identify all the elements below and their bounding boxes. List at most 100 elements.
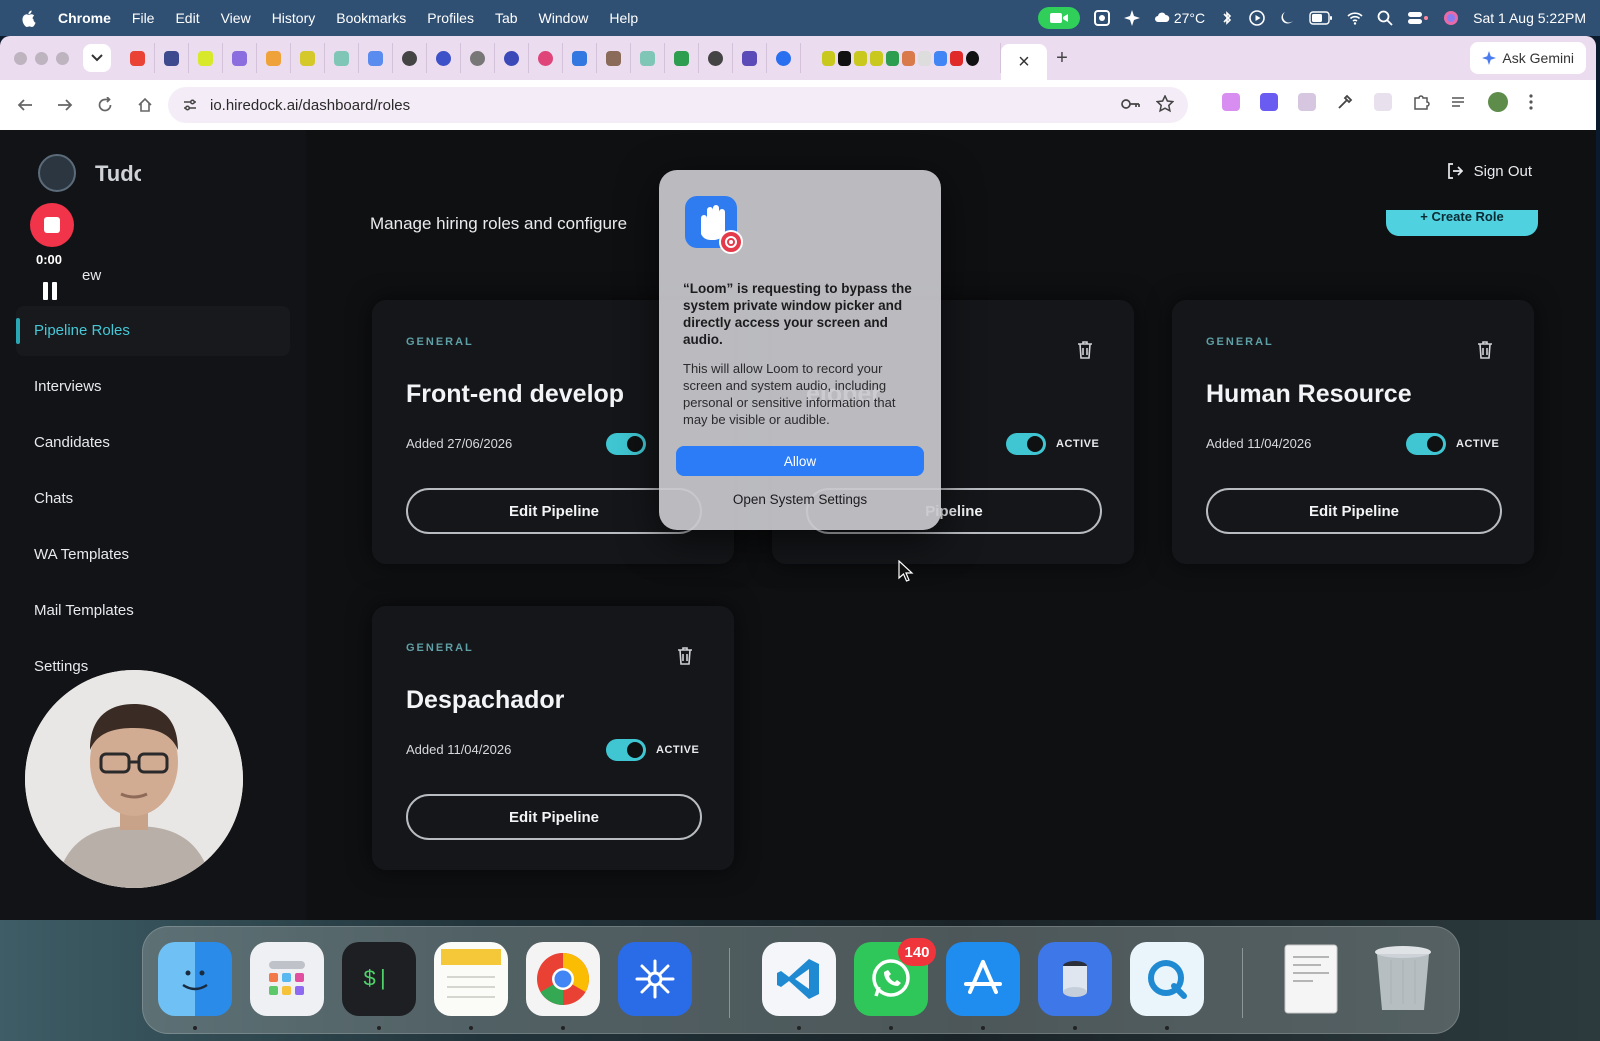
dock-launchpad[interactable] xyxy=(250,942,324,1016)
dock-vscode[interactable] xyxy=(762,942,836,1016)
site-settings-icon[interactable] xyxy=(182,97,198,113)
sidebar-item-mail-templates[interactable]: Mail Templates xyxy=(34,602,134,619)
tab-gmail[interactable] xyxy=(121,43,155,73)
tab-pinned-3[interactable] xyxy=(189,43,223,73)
trash-icon[interactable] xyxy=(1476,340,1494,360)
tab-pinned-18[interactable] xyxy=(699,43,733,73)
back-button[interactable] xyxy=(6,86,44,124)
ask-gemini-button[interactable]: Ask Gemini xyxy=(1470,42,1586,74)
tab-pinned-9[interactable] xyxy=(393,43,427,73)
spotlight-search-icon[interactable] xyxy=(1377,10,1393,26)
sidebar-item-wa-templates[interactable]: WA Templates xyxy=(34,546,129,563)
password-key-icon[interactable] xyxy=(1120,95,1140,113)
tab-pinned-17[interactable] xyxy=(665,43,699,73)
profile-avatar-icon[interactable] xyxy=(1488,92,1508,112)
trash-icon[interactable] xyxy=(676,646,694,666)
shapes-extension-icon[interactable] xyxy=(1260,93,1278,111)
screenshot-icon[interactable] xyxy=(1093,10,1110,26)
camera-in-use-indicator[interactable] xyxy=(1037,7,1080,29)
loom-extension-icon[interactable] xyxy=(1222,93,1240,111)
tab-pinned-12[interactable] xyxy=(495,43,529,73)
dock-notes[interactable] xyxy=(434,942,508,1016)
sidebar-item-overview[interactable]: ew xyxy=(82,267,101,284)
close-window-button[interactable] xyxy=(14,51,27,65)
cursor-extension-icon[interactable] xyxy=(1374,93,1392,111)
menu-bookmarks[interactable]: Bookmarks xyxy=(336,10,406,26)
menu-view[interactable]: View xyxy=(221,10,251,26)
brand-logo[interactable] xyxy=(38,154,76,192)
allow-button[interactable]: Allow xyxy=(676,446,924,476)
edit-pipeline-button[interactable]: Edit Pipeline xyxy=(406,794,702,840)
create-role-button[interactable]: + Create Role xyxy=(1386,210,1538,236)
reading-list-icon[interactable] xyxy=(1450,93,1468,111)
role-active-toggle[interactable] xyxy=(1006,433,1046,455)
siri-icon[interactable] xyxy=(1443,10,1459,26)
tab-active-close[interactable]: × xyxy=(1001,44,1047,80)
sidebar-item-chats[interactable]: Chats xyxy=(34,490,73,507)
close-tab-icon[interactable]: × xyxy=(1018,51,1030,74)
dock-finder[interactable] xyxy=(158,942,232,1016)
weather-widget[interactable]: 27°C xyxy=(1154,10,1205,26)
reload-button[interactable] xyxy=(86,86,124,124)
dock-recent-document[interactable] xyxy=(1274,942,1348,1016)
more-vertical-icon[interactable] xyxy=(1528,93,1534,111)
sidebar-item-settings[interactable]: Settings xyxy=(34,658,88,675)
menu-edit[interactable]: Edit xyxy=(175,10,199,26)
menu-help[interactable]: Help xyxy=(609,10,638,26)
loom-pause-button[interactable] xyxy=(43,282,61,300)
loom-stop-recording-button[interactable] xyxy=(30,203,74,247)
tab-pinned-7[interactable] xyxy=(325,43,359,73)
tab-pinned-13[interactable] xyxy=(529,43,563,73)
tab-pinned-19[interactable] xyxy=(733,43,767,73)
menu-bar-clock[interactable]: Sat 1 Aug 5:22PM xyxy=(1473,10,1586,26)
tab-pinned-20[interactable] xyxy=(767,43,801,73)
minimize-window-button[interactable] xyxy=(35,51,48,65)
trash-icon[interactable] xyxy=(1076,340,1094,360)
apple-icon[interactable] xyxy=(20,9,38,27)
star-icon[interactable] xyxy=(1156,95,1174,113)
battery-icon[interactable] xyxy=(1309,11,1333,25)
tab-pinned-6[interactable] xyxy=(291,43,325,73)
menu-tab[interactable]: Tab xyxy=(495,10,518,26)
menu-profiles[interactable]: Profiles xyxy=(427,10,474,26)
tab-pinned-14[interactable] xyxy=(563,43,597,73)
menu-history[interactable]: History xyxy=(272,10,316,26)
dock-disk-utility[interactable] xyxy=(1038,942,1112,1016)
tab-pinned-2[interactable] xyxy=(155,43,189,73)
dock-app-store[interactable] xyxy=(946,942,1020,1016)
arrow-extension-icon[interactable] xyxy=(1298,93,1316,111)
loom-webcam-bubble[interactable] xyxy=(25,670,243,888)
tab-pinned-5[interactable] xyxy=(257,43,291,73)
tab-search-button[interactable] xyxy=(83,44,111,72)
zoom-window-button[interactable] xyxy=(56,51,69,65)
moon-icon[interactable] xyxy=(1279,10,1295,26)
tab-pinned-8[interactable] xyxy=(359,43,393,73)
tab-group-collapsed[interactable] xyxy=(801,43,1001,73)
tab-pinned-10[interactable] xyxy=(427,43,461,73)
puzzle-icon[interactable] xyxy=(1412,93,1430,111)
open-system-settings-button[interactable]: Open System Settings xyxy=(676,484,924,514)
home-button[interactable] xyxy=(126,86,164,124)
control-center-icon[interactable] xyxy=(1407,10,1429,26)
eyedropper-icon[interactable] xyxy=(1336,93,1354,111)
sign-out-button[interactable]: Sign Out xyxy=(1446,162,1532,180)
tab-pinned-11[interactable] xyxy=(461,43,495,73)
menu-app-name[interactable]: Chrome xyxy=(58,10,111,26)
edit-pipeline-button[interactable]: Edit Pipeline xyxy=(406,488,702,534)
dock-terminal[interactable]: $| xyxy=(342,942,416,1016)
edit-pipeline-button[interactable]: Edit Pipeline xyxy=(1206,488,1502,534)
menu-file[interactable]: File xyxy=(132,10,155,26)
dock-trash[interactable] xyxy=(1366,942,1440,1016)
role-active-toggle[interactable] xyxy=(1406,433,1446,455)
role-active-toggle[interactable] xyxy=(606,433,646,455)
dock-chrome[interactable] xyxy=(526,942,600,1016)
bluetooth-icon[interactable] xyxy=(1219,10,1235,26)
tab-pinned-15[interactable] xyxy=(597,43,631,73)
sidebar-item-interviews[interactable]: Interviews xyxy=(34,378,102,395)
address-bar[interactable]: io.hiredock.ai/dashboard/roles xyxy=(168,87,1188,123)
menu-window[interactable]: Window xyxy=(539,10,589,26)
dock-perplexity[interactable] xyxy=(618,942,692,1016)
forward-button[interactable] xyxy=(46,86,84,124)
tab-pinned-4[interactable] xyxy=(223,43,257,73)
tab-pinned-16[interactable] xyxy=(631,43,665,73)
